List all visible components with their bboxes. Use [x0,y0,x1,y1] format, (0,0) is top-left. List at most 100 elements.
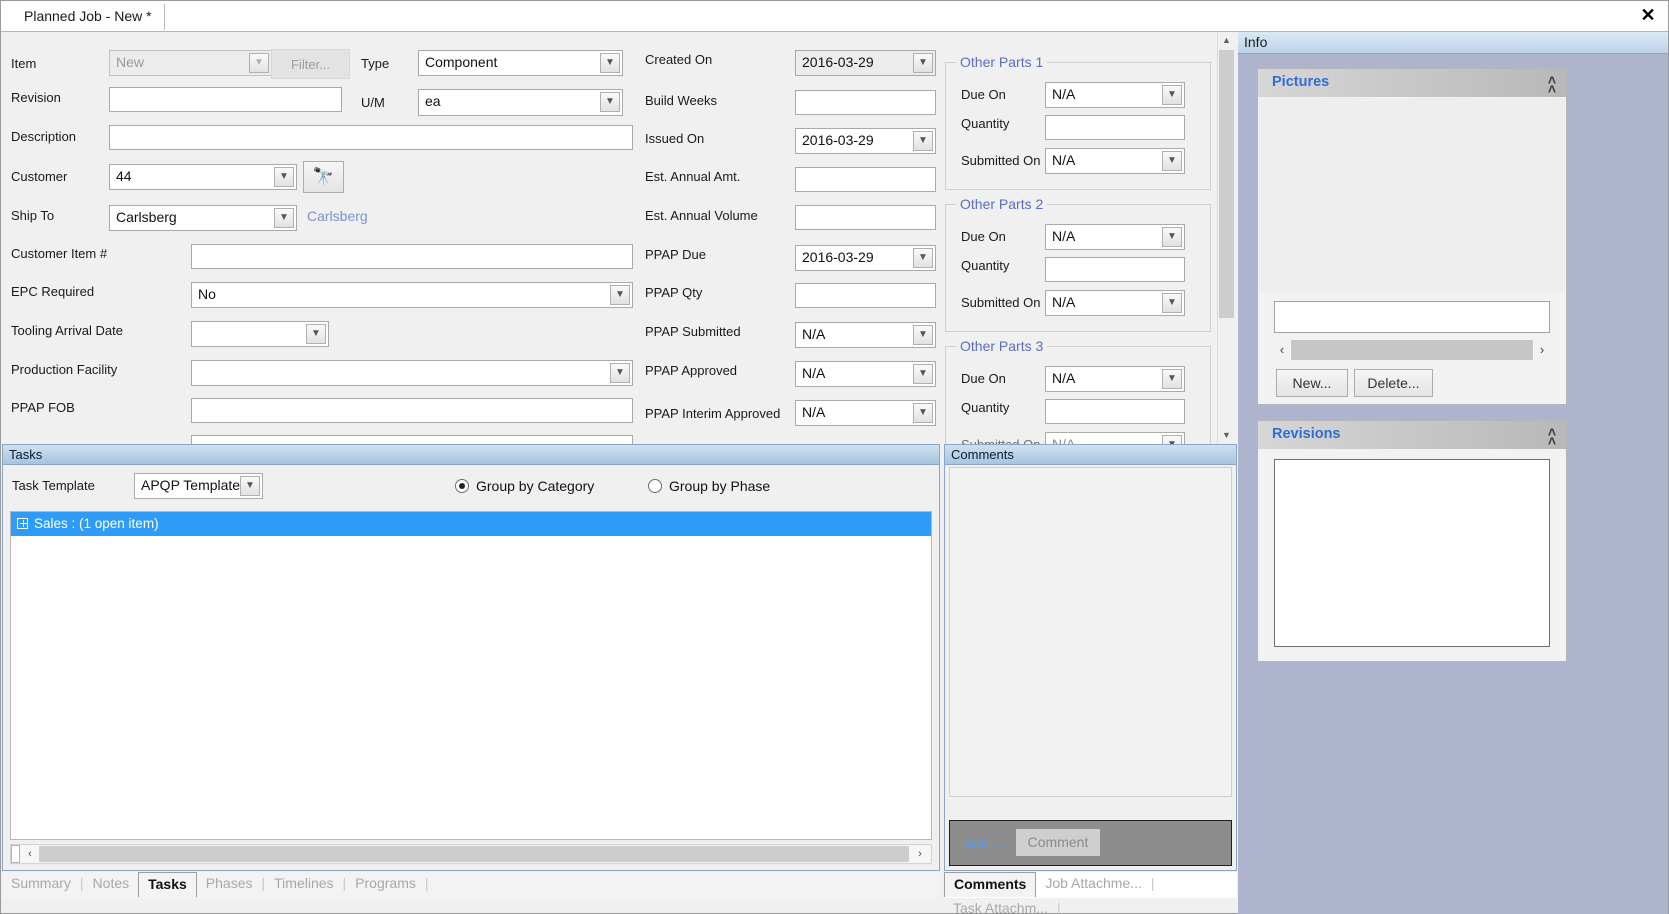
tab-programs[interactable]: Programs [346,872,425,897]
document-tab[interactable]: Planned Job - New * [14,4,165,30]
scroll-down-icon[interactable]: ▼ [1218,427,1235,444]
tab-phases[interactable]: Phases [197,872,262,897]
customer-item-input[interactable] [191,244,633,269]
job-detail-tabs: Summary | Notes Tasks Phases | Timelines | Progr… [2,872,940,898]
close-icon[interactable]: ✕ [1636,3,1660,27]
add-comment-link[interactable]: Add ... [964,835,1004,851]
scroll-right-icon[interactable]: › [911,845,929,863]
tab-notes[interactable]: Notes [84,872,139,897]
label-ppap-interim-approved: PPAP Interim Approved [645,406,781,421]
op2-due-on-combo[interactable]: N/A ▼ [1045,224,1185,250]
comments-list[interactable] [949,467,1232,797]
label-ppap-approved: PPAP Approved [645,363,738,378]
production-facility-combo[interactable]: ▼ [191,360,633,386]
job-detail-form: Item Revision Description Customer Ship … [2,32,1232,444]
tab-timelines[interactable]: Timelines [265,872,342,897]
ppap-approved-combo[interactable]: N/A ▼ [795,361,936,387]
comment-button[interactable]: Comment [1016,829,1100,856]
description-input[interactable] [109,125,633,150]
label-issued-on: Issued On [645,131,705,146]
scrollbar-thumb[interactable] [1291,340,1533,360]
op3-quantity-input[interactable] [1045,399,1185,424]
scroll-left-icon[interactable]: ‹ [1274,339,1290,361]
customer-lookup-button[interactable]: 🔭 [303,161,344,193]
label-ppap-qty: PPAP Qty [645,285,703,300]
build-weeks-input[interactable] [795,90,936,115]
customer-combo[interactable]: 44 ▼ [109,164,297,190]
scroll-up-icon[interactable]: ▲ [1218,32,1235,49]
label-op1-quantity: Quantity [961,116,1010,131]
picture-new-button[interactable]: New... [1276,369,1348,397]
tab-task-attachments[interactable]: Task Attachm... [944,897,1057,914]
label-customer: Customer [11,169,68,184]
op2-quantity-input[interactable] [1045,257,1185,282]
tab-job-attachments[interactable]: Job Attachme... [1036,872,1151,897]
scrollbar-thumb[interactable] [11,845,20,863]
radio-dot-icon [455,479,469,493]
epc-required-combo[interactable]: No ▼ [191,282,633,308]
op3-submitted-on-combo[interactable]: N/A ▼ [1045,432,1185,444]
op1-quantity-input[interactable] [1045,115,1185,140]
ppap-fob-input[interactable] [191,398,633,423]
comments-panel: Comments Add ... Comment [944,444,1237,871]
tooling-arrival-date-combo[interactable]: ▼ [191,321,329,347]
tab-comments[interactable]: Comments [944,872,1037,897]
expand-icon[interactable] [17,518,28,529]
scrollbar-track[interactable] [39,846,909,862]
um-combo[interactable]: ea ▼ [418,89,623,116]
other-parts-1-caption: Other Parts 1 [956,54,1048,70]
ship-to-note: Carlsberg [307,208,368,224]
chevron-down-icon: ▼ [913,53,933,73]
op1-due-on-combo[interactable]: N/A ▼ [1045,82,1185,108]
scroll-right-icon[interactable]: › [1534,339,1550,361]
ppap-interim-approved-value: N/A [802,404,826,420]
tab-separator: | [424,875,429,891]
tab-tasks[interactable]: Tasks [138,872,197,897]
op3-due-on-combo[interactable]: N/A ▼ [1045,366,1185,392]
type-combo[interactable]: Component ▼ [418,50,623,76]
ppap-qty-input[interactable] [795,283,936,308]
op1-submitted-on-combo[interactable]: N/A ▼ [1045,148,1185,174]
other-parts-3-caption: Other Parts 3 [956,338,1048,354]
task-template-value: APQP Template A [141,477,253,493]
radio-group-by-phase[interactable]: Group by Phase [648,477,770,494]
op3-submitted-on-value: N/A [1052,436,1076,444]
issued-on-combo[interactable]: 2016-03-29 ▼ [795,128,936,154]
task-tree[interactable]: Sales : (1 open item) [10,511,932,840]
pictures-scrollbar[interactable]: ‹ › [1274,339,1550,361]
ppap-due-combo[interactable]: 2016-03-29 ▼ [795,245,936,271]
label-op2-submitted-on: Submitted On [961,295,1041,310]
ppap-submitted-combo[interactable]: N/A ▼ [795,322,936,348]
ship-to-combo[interactable]: Carlsberg ▼ [109,205,297,231]
task-template-combo[interactable]: APQP Template A ▼ [134,473,263,499]
revisions-list[interactable] [1274,459,1550,647]
chevron-up-icon[interactable]: ˄ ˄ [1548,425,1556,448]
next-field-input[interactable] [191,435,633,444]
ppap-due-value: 2016-03-29 [802,249,874,265]
op2-submitted-on-combo[interactable]: N/A ▼ [1045,290,1185,316]
ppap-interim-approved-combo[interactable]: N/A ▼ [795,400,936,426]
radio-group-by-phase-label: Group by Phase [669,478,771,494]
pictures-title: Pictures [1272,74,1330,90]
form-vertical-scrollbar[interactable]: ▲ ▼ [1217,32,1235,444]
est-annual-volume-input[interactable] [795,205,936,230]
picture-delete-button[interactable]: Delete... [1354,369,1433,397]
radio-group-by-category[interactable]: Group by Category [455,477,594,494]
picture-name-input[interactable] [1274,301,1550,333]
est-annual-amt-input[interactable] [795,167,936,192]
tab-summary[interactable]: Summary [2,872,80,897]
created-on-combo[interactable]: 2016-03-29 ▼ [795,50,936,76]
scrollbar-thumb[interactable] [1219,50,1234,318]
revision-input[interactable] [109,87,342,112]
task-horizontal-scrollbar[interactable]: ‹ › [10,844,932,864]
scroll-left-icon[interactable]: ‹ [21,845,39,863]
pictures-card: Pictures ˄ ˄ ‹ › New... Delete... [1257,68,1567,405]
chevron-up-icon[interactable]: ˄ ˄ [1548,73,1556,96]
filter-button[interactable]: Filter... [271,49,350,79]
label-op2-due-on: Due On [961,229,1006,244]
tab-separator: | [1150,875,1155,891]
table-row[interactable]: Sales : (1 open item) [11,512,931,536]
item-combo[interactable]: New ▼ [109,50,272,76]
chevron-down-icon: ▼ [1162,435,1182,444]
tasks-panel: Tasks Task Template APQP Template A ▼ Gr… [2,444,940,871]
